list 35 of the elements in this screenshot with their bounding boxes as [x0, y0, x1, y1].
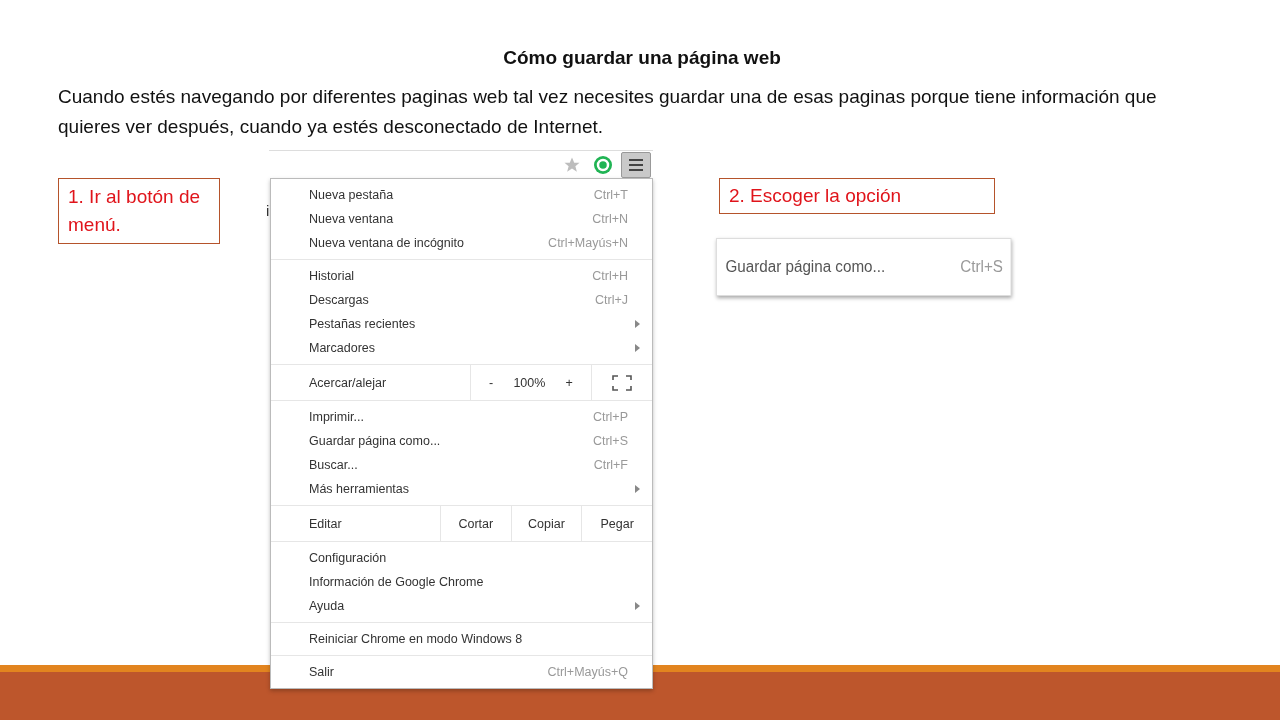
option-shortcut: Ctrl+S: [960, 258, 1003, 276]
menu-item[interactable]: Información de Google Chrome: [271, 570, 652, 594]
edit-button[interactable]: Copiar: [511, 506, 583, 541]
zoom-value: 100%: [513, 375, 546, 390]
menu-item[interactable]: Ayuda: [271, 594, 652, 618]
zoom-out-button[interactable]: -: [485, 373, 498, 392]
menu-item[interactable]: Pestañas recientes: [271, 312, 652, 336]
menu-item[interactable]: Marcadores: [271, 336, 652, 360]
edit-label: Editar: [271, 506, 441, 541]
menu-item[interactable]: Historial Ctrl+H: [271, 264, 652, 288]
zoom-in-button[interactable]: +: [561, 373, 577, 392]
menu-item[interactable]: Configuración: [271, 546, 652, 570]
zoom-label: Acercar/alejar: [271, 365, 471, 400]
edit-button[interactable]: Pegar: [582, 506, 652, 541]
menu-item[interactable]: Salir Ctrl+Mayús+Q: [271, 660, 652, 684]
menu-item[interactable]: Imprimir... Ctrl+P: [271, 405, 652, 429]
edit-button[interactable]: Cortar: [441, 506, 512, 541]
option-label: Guardar página como...: [725, 258, 886, 276]
step-callout: 1. Ir al botón de menú.: [58, 178, 220, 244]
menu-item[interactable]: Más herramientas: [271, 477, 652, 501]
fullscreen-icon: [612, 374, 632, 391]
step-callout: 2. Escoger la opción: [719, 178, 995, 214]
menu-item[interactable]: Nueva pestaña Ctrl+T: [271, 183, 652, 207]
menu-button[interactable]: [621, 151, 651, 178]
intro-paragraph: Cuando estés navegando por diferentes paginas web tal vez necesites guardar una de esas paginas porque tiene información que quieres ver después, cuando ya estés desconectado de Internet.: [58, 85, 1158, 139]
extension-icon[interactable]: [593, 154, 613, 175]
page-text-fragment: i: [266, 202, 269, 219]
menu-item[interactable]: Reiniciar Chrome en modo Windows 8: [271, 627, 652, 651]
slide-title: Cómo guardar una página web: [502, 47, 782, 69]
menu-item[interactable]: Buscar... Ctrl+F: [271, 453, 652, 477]
menu-item[interactable]: Guardar página como... Ctrl+S: [271, 429, 652, 453]
menu-item[interactable]: Nueva ventana Ctrl+N: [271, 207, 652, 231]
menu-item[interactable]: Nueva ventana de incógnito Ctrl+Mayús+N: [271, 231, 652, 255]
menu-item[interactable]: Descargas Ctrl+J: [271, 288, 652, 312]
menu-icon: [629, 158, 643, 171]
